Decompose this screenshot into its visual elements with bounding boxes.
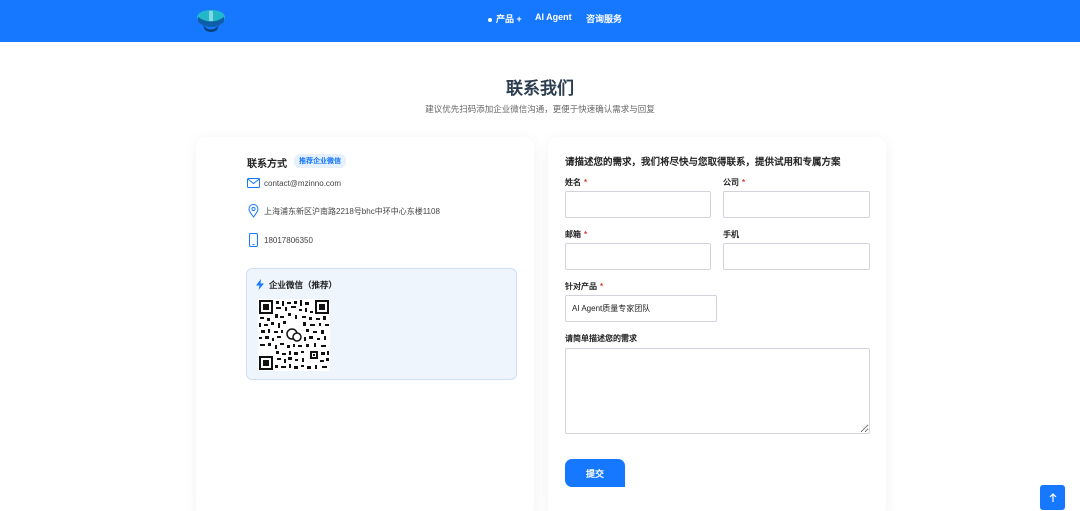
email-label-text: 邮箱	[565, 230, 581, 239]
wechat-qr-code	[258, 299, 330, 371]
name-label-text: 姓名	[565, 178, 581, 187]
description-label: 请简单描述您的需求	[565, 334, 637, 343]
back-to-top-button[interactable]	[1040, 485, 1065, 510]
contact-email-row: contact@mzinno.com	[246, 176, 341, 190]
form-heading: 请描述您的需求，我们将尽快与您取得联系，提供试用和专属方案	[565, 157, 841, 168]
nav-consulting[interactable]: 咨询服务	[586, 12, 622, 25]
contact-card: 联系方式 推荐企业微信 contact@mzinno.com 上海浦东新区沪南路…	[196, 137, 534, 511]
company-label-text: 公司	[723, 178, 739, 187]
bullet-icon	[488, 17, 492, 22]
contact-phone-row: 18017806350	[246, 233, 313, 247]
name-label: 姓名 *	[565, 177, 587, 188]
description-textarea[interactable]	[565, 348, 870, 434]
nav-products[interactable]: 产品 +	[488, 12, 522, 25]
wechat-title: 企业微信（推荐）	[269, 280, 338, 290]
arrow-up-icon	[1049, 492, 1056, 502]
page-title: 联系我们	[506, 79, 574, 98]
mobile-phone-icon	[246, 233, 260, 247]
contact-email[interactable]: contact@mzinno.com	[264, 179, 341, 188]
mobile-label: 手机	[723, 230, 739, 239]
required-mark: *	[584, 230, 588, 239]
nav-products-label: 产品 +	[496, 14, 522, 24]
required-mark: *	[584, 178, 588, 187]
contact-address-row: 上海浦东新区沪南路2218号bhc中环中心东楼1108	[246, 204, 440, 218]
mail-icon	[246, 176, 260, 190]
mobile-input[interactable]	[723, 243, 870, 270]
nav-ai-agent[interactable]: AI Agent	[535, 12, 572, 22]
product-label: 针对产品 *	[565, 281, 603, 292]
required-mark: *	[742, 178, 746, 187]
wechat-panel: 企业微信（推荐）	[246, 268, 517, 380]
contact-heading: 联系方式	[247, 159, 287, 170]
company-input[interactable]	[723, 191, 870, 218]
inquiry-form-card: 请描述您的需求，我们将尽快与您取得联系，提供试用和专属方案 姓名 * 公司 * 邮箱…	[548, 137, 886, 511]
recommend-badge: 推荐企业微信	[294, 154, 346, 168]
page-subtitle: 建议优先扫码添加企业微信沟通，更便于快速确认需求与回复	[425, 104, 655, 114]
product-label-text: 针对产品	[565, 282, 597, 291]
location-pin-icon	[246, 204, 260, 218]
contact-phone[interactable]: 18017806350	[264, 236, 313, 245]
email-label: 邮箱 *	[565, 229, 587, 240]
top-navbar: 产品 + AI Agent 咨询服务	[0, 0, 1080, 42]
company-label: 公司 *	[723, 177, 745, 188]
required-mark: *	[600, 282, 604, 291]
lightning-icon	[256, 279, 264, 290]
email-input[interactable]	[565, 243, 711, 270]
product-input[interactable]	[565, 295, 717, 322]
submit-button[interactable]: 提交	[565, 459, 625, 487]
name-input[interactable]	[565, 191, 711, 218]
contact-address: 上海浦东新区沪南路2218号bhc中环中心东楼1108	[264, 206, 440, 216]
